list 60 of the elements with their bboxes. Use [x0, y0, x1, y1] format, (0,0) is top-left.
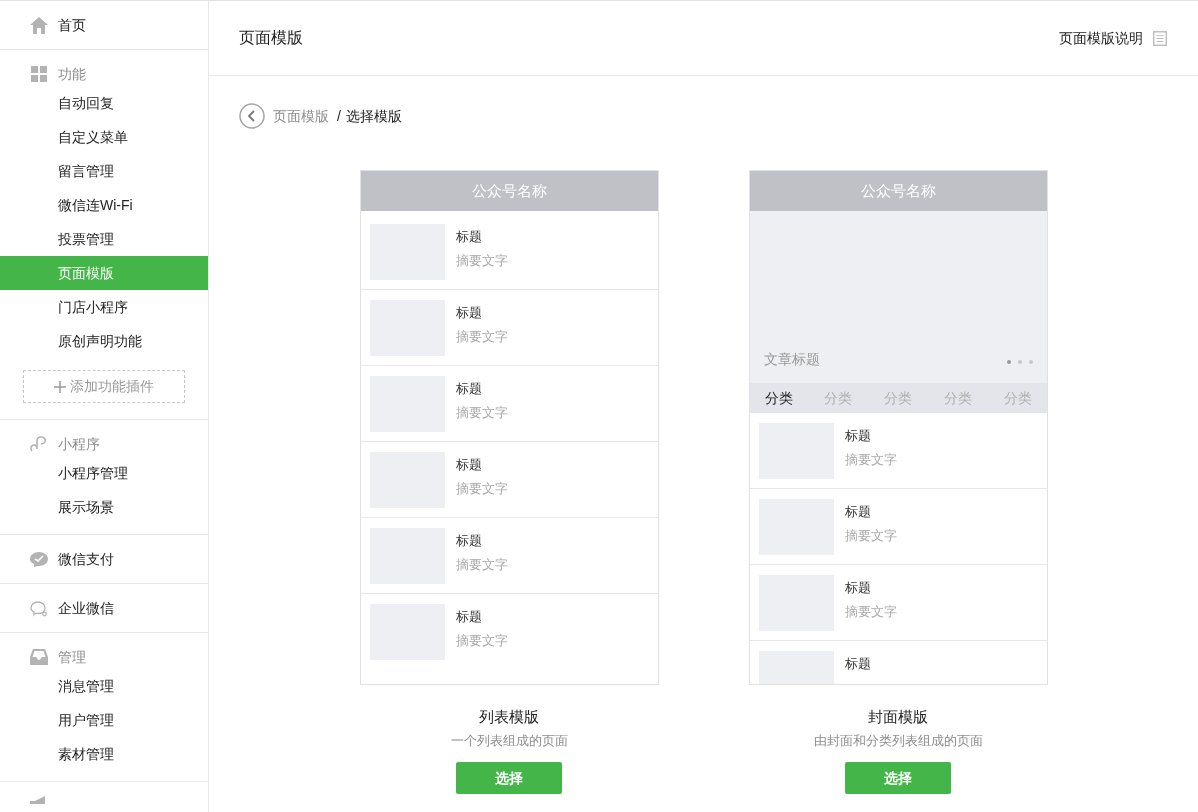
preview-header: 公众号名称 — [749, 171, 1047, 211]
item-title: 标题 — [844, 655, 871, 673]
item-summary: 摘要文字 — [455, 252, 508, 270]
item-summary: 摘要文字 — [844, 527, 897, 545]
carousel-dots-icon — [1006, 360, 1033, 364]
item-title: 标题 — [455, 304, 483, 322]
home-icon — [30, 16, 48, 34]
template-name: 列表模版 — [479, 707, 539, 727]
document-icon — [1153, 30, 1167, 46]
item-summary: 摘要文字 — [455, 480, 508, 498]
sidebar-link[interactable]: 首页 — [58, 14, 86, 36]
item-summary: 摘要文字 — [844, 451, 897, 469]
cover-title: 文章标题 — [763, 350, 820, 369]
inbox-icon — [30, 649, 48, 665]
sidebar-item[interactable]: 小程序管理 — [0, 456, 208, 490]
sidebar-item[interactable]: 门店小程序 — [0, 290, 208, 324]
sidebar-item[interactable]: 自动回复 — [0, 86, 208, 120]
chat-bubble-icon — [30, 550, 48, 568]
item-title: 标题 — [455, 228, 483, 246]
item-title: 标题 — [844, 427, 872, 445]
sidebar-item[interactable]: 消息管理 — [0, 669, 208, 703]
item-title: 标题 — [455, 532, 483, 550]
breadcrumb-current: 选择模版 — [345, 106, 402, 126]
link-icon — [30, 435, 48, 453]
sidebar-group-title: 管理 — [58, 647, 86, 667]
item-title: 标题 — [455, 456, 483, 474]
breadcrumb-link[interactable]: 页面模版 — [273, 105, 329, 127]
sidebar-item[interactable]: 微信连Wi-Fi — [0, 188, 208, 222]
template-description: 一个列表组成的页面 — [450, 732, 568, 750]
template-description: 由封面和分类列表组成的页面 — [813, 732, 983, 750]
sidebar-group-title: 小程序 — [58, 434, 100, 454]
item-title: 标题 — [844, 503, 872, 521]
sidebar-link[interactable]: 微信支付 — [58, 548, 114, 570]
item-title: 标题 — [455, 380, 483, 398]
help-link[interactable]: 页面模版说明 — [1059, 27, 1143, 49]
sidebar-item[interactable]: 自定义菜单 — [0, 120, 208, 154]
sidebar-link[interactable]: 企业微信 — [58, 597, 114, 619]
template-name: 封面模版 — [868, 707, 928, 727]
sidebar-item[interactable]: 素材管理 — [0, 737, 208, 771]
back-icon[interactable] — [239, 103, 265, 129]
category-tab[interactable]: 分类 — [764, 387, 793, 409]
sidebar-item[interactable]: 展示场景 — [0, 490, 208, 524]
sidebar-group-title: 功能 — [58, 64, 86, 84]
plus-icon — [54, 380, 66, 393]
breadcrumb-separator: / — [337, 106, 341, 126]
item-title: 标题 — [844, 579, 872, 597]
preview-header: 公众号名称 — [360, 171, 658, 211]
page-title: 页面模版 — [239, 28, 303, 48]
item-summary: 摘要文字 — [455, 632, 508, 650]
item-summary: 摘要文字 — [455, 404, 508, 422]
item-summary: 摘要文字 — [844, 603, 897, 621]
sidebar-item[interactable]: 用户管理 — [0, 703, 208, 737]
item-summary: 摘要文字 — [455, 328, 508, 346]
sidebar-item[interactable]: 原创声明功能 — [0, 324, 208, 358]
item-summary: 摘要文字 — [455, 556, 508, 574]
sidebar-item[interactable]: 投票管理 — [0, 222, 208, 256]
sidebar-item[interactable]: 留言管理 — [0, 154, 208, 188]
grid-icon — [31, 66, 47, 82]
chat-bubble-icon — [30, 599, 48, 617]
item-title: 标题 — [455, 608, 483, 626]
